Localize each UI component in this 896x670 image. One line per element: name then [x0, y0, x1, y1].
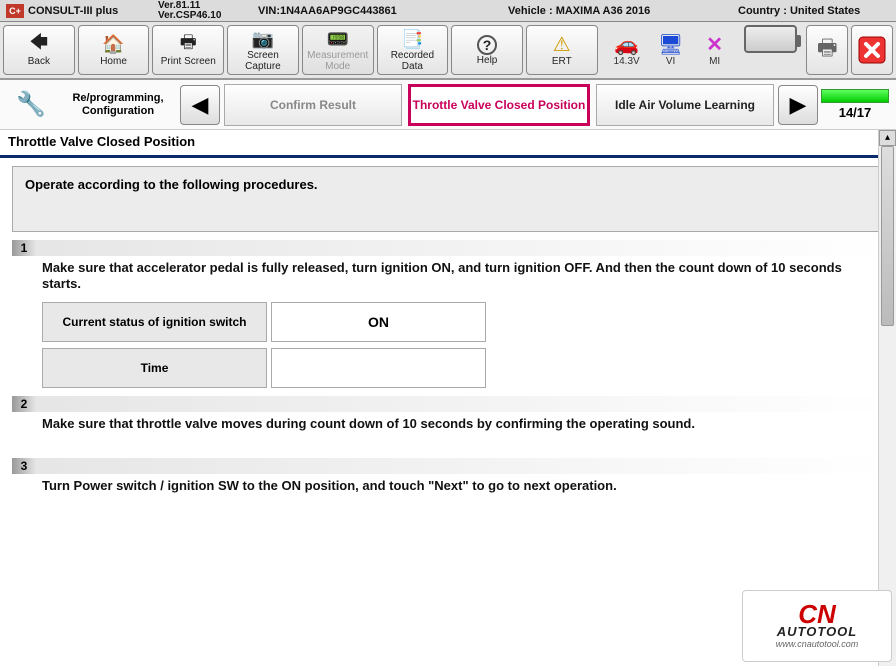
country-field: Country : United States — [738, 5, 896, 17]
aux-printer-icon: 🖶 — [817, 31, 838, 69]
instruction-box: Operate according to the following proce… — [12, 166, 884, 232]
measurement-mode-button: 📟 Measurement Mode — [302, 25, 374, 75]
close-icon — [857, 35, 887, 65]
breadcrumb-section: Re/programming, Configuration — [58, 92, 178, 118]
mi-x-icon: ✕ — [706, 34, 723, 56]
progress-bar — [821, 89, 889, 103]
back-button[interactable]: 🡄 Back — [3, 25, 75, 75]
ignition-status-value: ON — [271, 302, 486, 342]
content-area: Throttle Valve Closed Position Operate a… — [0, 130, 896, 666]
step-3-header: 3 — [12, 458, 884, 474]
close-button[interactable] — [851, 25, 893, 75]
time-label: Time — [42, 348, 267, 388]
ver-2: Ver.CSP46.10 — [158, 11, 258, 21]
battery-icon — [744, 25, 798, 53]
scroll-up-button[interactable]: ▴ — [879, 130, 896, 146]
ignition-status-label: Current status of ignition switch — [42, 302, 267, 342]
help-button[interactable]: ? Help — [451, 25, 523, 75]
next-step-button[interactable]: ▶ — [778, 85, 818, 125]
status-group: 🚗 14.3V 🖥 VI ✕ MI — [607, 25, 735, 75]
step-throttle-valve-closed[interactable]: Throttle Valve Closed Position — [408, 84, 590, 126]
vehicle-field: Vehicle : MAXIMA A36 2016 — [508, 5, 738, 17]
scrollbar[interactable]: ▴ — [878, 130, 896, 666]
ignition-status-row: Current status of ignition switch ON — [42, 302, 884, 342]
progress-indicator: 14/17 — [820, 89, 890, 120]
home-button[interactable]: 🏠 Home — [78, 25, 150, 75]
config-icon: 🔧 — [6, 90, 56, 119]
step-1-header: 1 — [12, 240, 884, 256]
app-logo-icon: C+ — [6, 4, 24, 18]
back-arrow-icon: 🡄 — [30, 34, 49, 56]
recorded-data-icon: 📑 — [401, 28, 423, 50]
step-confirm-result[interactable]: Confirm Result — [224, 84, 402, 126]
vi-indicator: 🖥 VI — [651, 34, 691, 67]
screen-capture-button[interactable]: 📷 Screen Capture — [227, 25, 299, 75]
page-title: Throttle Valve Closed Position — [0, 130, 896, 153]
measurement-icon: 📟 — [326, 28, 348, 50]
breadcrumb: 🔧 Re/programming, Configuration ◀ Confir… — [0, 80, 896, 130]
app-name: CONSULT-III plus — [28, 5, 158, 17]
watermark: CN AUTOTOOL www.cnautotool.com — [742, 590, 892, 662]
time-value — [271, 348, 486, 388]
info-bar: C+ CONSULT-III plus Ver.81.11 Ver.CSP46.… — [0, 0, 896, 22]
progress-text: 14/17 — [839, 105, 872, 120]
home-icon: 🏠 — [102, 34, 124, 56]
printer-icon: 🖶 — [180, 34, 197, 56]
help-icon: ? — [477, 35, 497, 55]
print-screen-button[interactable]: 🖶 Print Screen — [152, 25, 224, 75]
mi-indicator: ✕ MI — [695, 34, 735, 67]
vin-field: VIN:1N4AA6AP9GC443861 — [258, 5, 508, 17]
warning-icon: ⚠ — [553, 34, 571, 56]
aux-printer-button[interactable]: 🖶 — [806, 25, 848, 75]
scroll-thumb[interactable] — [881, 146, 894, 326]
ert-button[interactable]: ⚠ ERT — [526, 25, 598, 75]
step-idle-air-volume[interactable]: Idle Air Volume Learning — [596, 84, 774, 126]
vi-icon: 🖥 — [658, 34, 683, 56]
voltage-indicator: 🚗 14.3V — [607, 34, 647, 67]
ver-1: Ver.81.11 — [158, 1, 258, 11]
step-2-text: Make sure that throttle valve moves duri… — [42, 416, 884, 432]
step-1-text: Make sure that accelerator pedal is full… — [42, 260, 884, 292]
step-2-header: 2 — [12, 396, 884, 412]
step-3-text: Turn Power switch / ignition SW to the O… — [42, 478, 884, 494]
separator — [0, 155, 896, 158]
time-row: Time — [42, 348, 884, 388]
prev-step-button[interactable]: ◀ — [180, 85, 220, 125]
recorded-data-button[interactable]: 📑 Recorded Data — [377, 25, 449, 75]
version-block: Ver.81.11 Ver.CSP46.10 — [158, 1, 258, 21]
toolbar: 🡄 Back 🏠 Home 🖶 Print Screen 📷 Screen Ca… — [0, 22, 896, 80]
car-icon: 🚗 — [614, 34, 639, 56]
camera-icon: 📷 — [252, 28, 274, 50]
